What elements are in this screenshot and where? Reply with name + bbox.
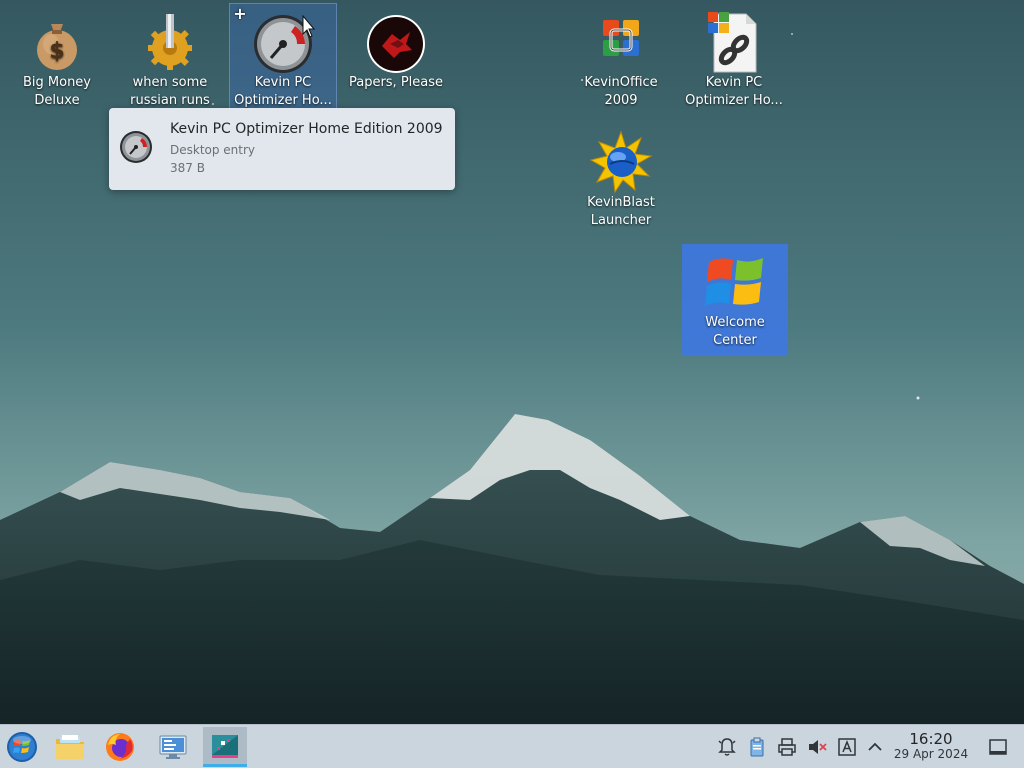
tooltip-title: Kevin PC Optimizer Home Edition 2009 — [170, 121, 443, 137]
office-logo-icon — [603, 20, 639, 56]
system-settings-button[interactable] — [151, 727, 195, 767]
tooltip-file-size: 387 B — [170, 161, 205, 175]
notifications-icon[interactable] — [716, 736, 738, 758]
file-info-tooltip: Kevin PC Optimizer Home Edition 2009 Des… — [109, 108, 455, 190]
printer-icon[interactable] — [776, 736, 798, 758]
clock-date[interactable]: 29 Apr 2024 — [888, 747, 974, 761]
money-bag-icon: $ — [37, 24, 77, 70]
desktop-icon-label: Papers, Please — [348, 75, 444, 90]
clock-time[interactable]: 16:20 — [895, 730, 967, 748]
desktop-icon-papers-please[interactable]: Papers, Please — [343, 4, 449, 116]
firefox-icon — [106, 733, 134, 761]
desktop-icon-kevin-pc-optimizer-link[interactable]: Kevin PC Optimizer Ho... — [681, 4, 787, 116]
speedometer-icon — [254, 14, 315, 73]
discover-app-button[interactable] — [203, 727, 247, 767]
globe-starburst-icon — [589, 130, 653, 194]
papers-please-icon — [367, 15, 425, 73]
desktop-icon-label: Kevin PC Optimizer Ho... — [234, 75, 332, 108]
desktop-icon-label: KevinOffice 2009 — [584, 75, 658, 108]
firefox-button[interactable] — [98, 727, 142, 767]
volume-muted-icon[interactable] — [806, 736, 828, 758]
add-to-selection-icon[interactable]: + — [232, 6, 248, 22]
desktop-icon-label: Welcome Center — [705, 315, 765, 348]
desktop-icon-label: KevinBlast Launcher — [587, 195, 655, 228]
tooltip-file-type: Desktop entry — [170, 143, 256, 157]
gear-icon — [148, 14, 192, 70]
desktop-icon-welcome-center[interactable]: Welcome Center — [682, 244, 788, 356]
taskbar — [0, 724, 1024, 768]
desktop[interactable]: $ Big Money Deluxe when some russian run… — [0, 0, 1024, 724]
desktop-icon-label: Kevin PC Optimizer Ho... — [685, 75, 783, 108]
file-manager-button[interactable] — [48, 727, 92, 767]
desktop-icon-big-money-deluxe[interactable]: $ Big Money Deluxe — [4, 4, 110, 116]
desktop-icon-kevinoffice[interactable]: KevinOffice 2009 — [568, 4, 674, 116]
input-method-icon[interactable] — [836, 736, 858, 758]
expand-tray-icon[interactable] — [864, 736, 886, 758]
desktop-icon-kevinblast[interactable]: KevinBlast Launcher — [568, 124, 674, 236]
show-desktop-icon[interactable] — [987, 736, 1009, 758]
clipboard-icon[interactable] — [746, 736, 768, 758]
windows-flag-icon — [705, 258, 763, 306]
desktop-icon-label: Big Money Deluxe — [22, 75, 91, 108]
desktop-icon-label: when some russian runs a... — [130, 75, 210, 108]
start-menu-button[interactable] — [0, 727, 44, 767]
svg-text:$: $ — [49, 39, 64, 64]
desktop-icon-russian[interactable]: when some russian runs a... — [117, 4, 223, 116]
discover-app-icon — [212, 735, 238, 758]
link-document-icon — [708, 12, 757, 73]
start-orb-icon — [7, 732, 37, 762]
speedometer-icon — [120, 131, 152, 163]
desktop-icon-kevin-pc-optimizer[interactable]: + Kevin PC Optimizer Ho... — [229, 3, 337, 117]
system-settings-icon — [159, 735, 187, 759]
file-manager-icon — [56, 735, 84, 759]
